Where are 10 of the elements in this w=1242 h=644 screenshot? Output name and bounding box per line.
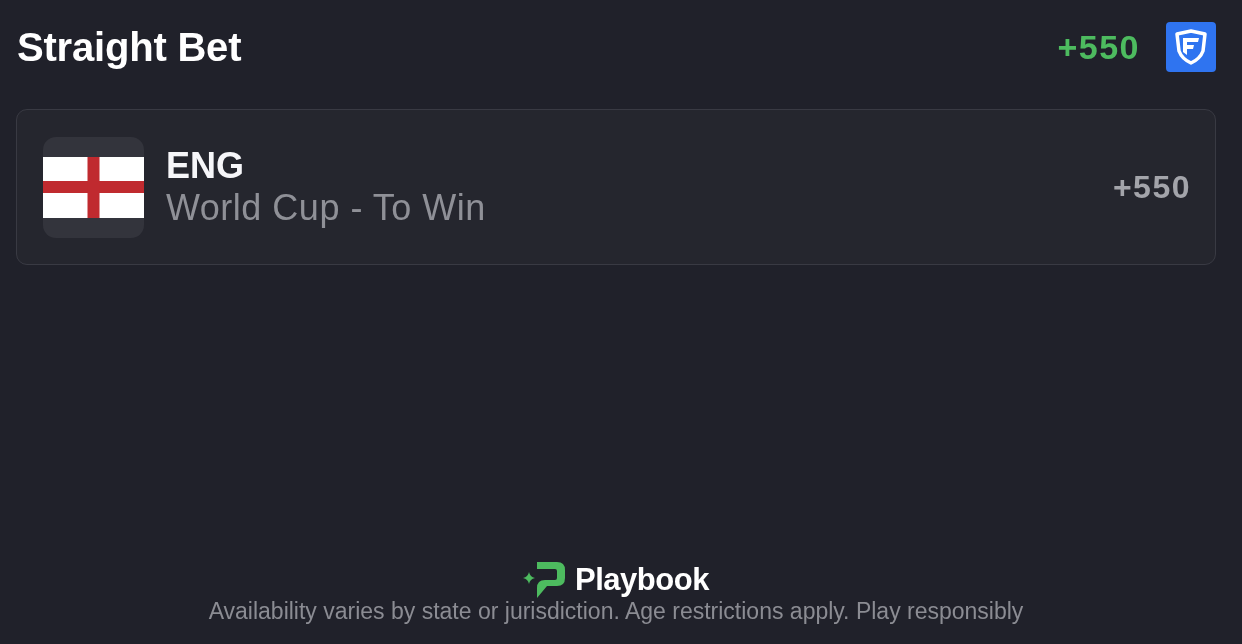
market-name: World Cup - To Win (166, 187, 486, 229)
shield-logo-icon (1166, 22, 1216, 72)
brand-name: Playbook (575, 562, 709, 598)
disclaimer-text: Availability varies by state or jurisdiction. Age restrictions apply. Play responsibly (208, 599, 1024, 624)
flag-icon (43, 136, 144, 238)
sparkle-p-logo-icon (523, 562, 566, 598)
team-name: ENG (166, 145, 244, 187)
bet-odds: +550 (1112, 168, 1191, 206)
total-odds: +550 (1057, 27, 1140, 67)
page-title: Straight Bet (17, 24, 242, 70)
